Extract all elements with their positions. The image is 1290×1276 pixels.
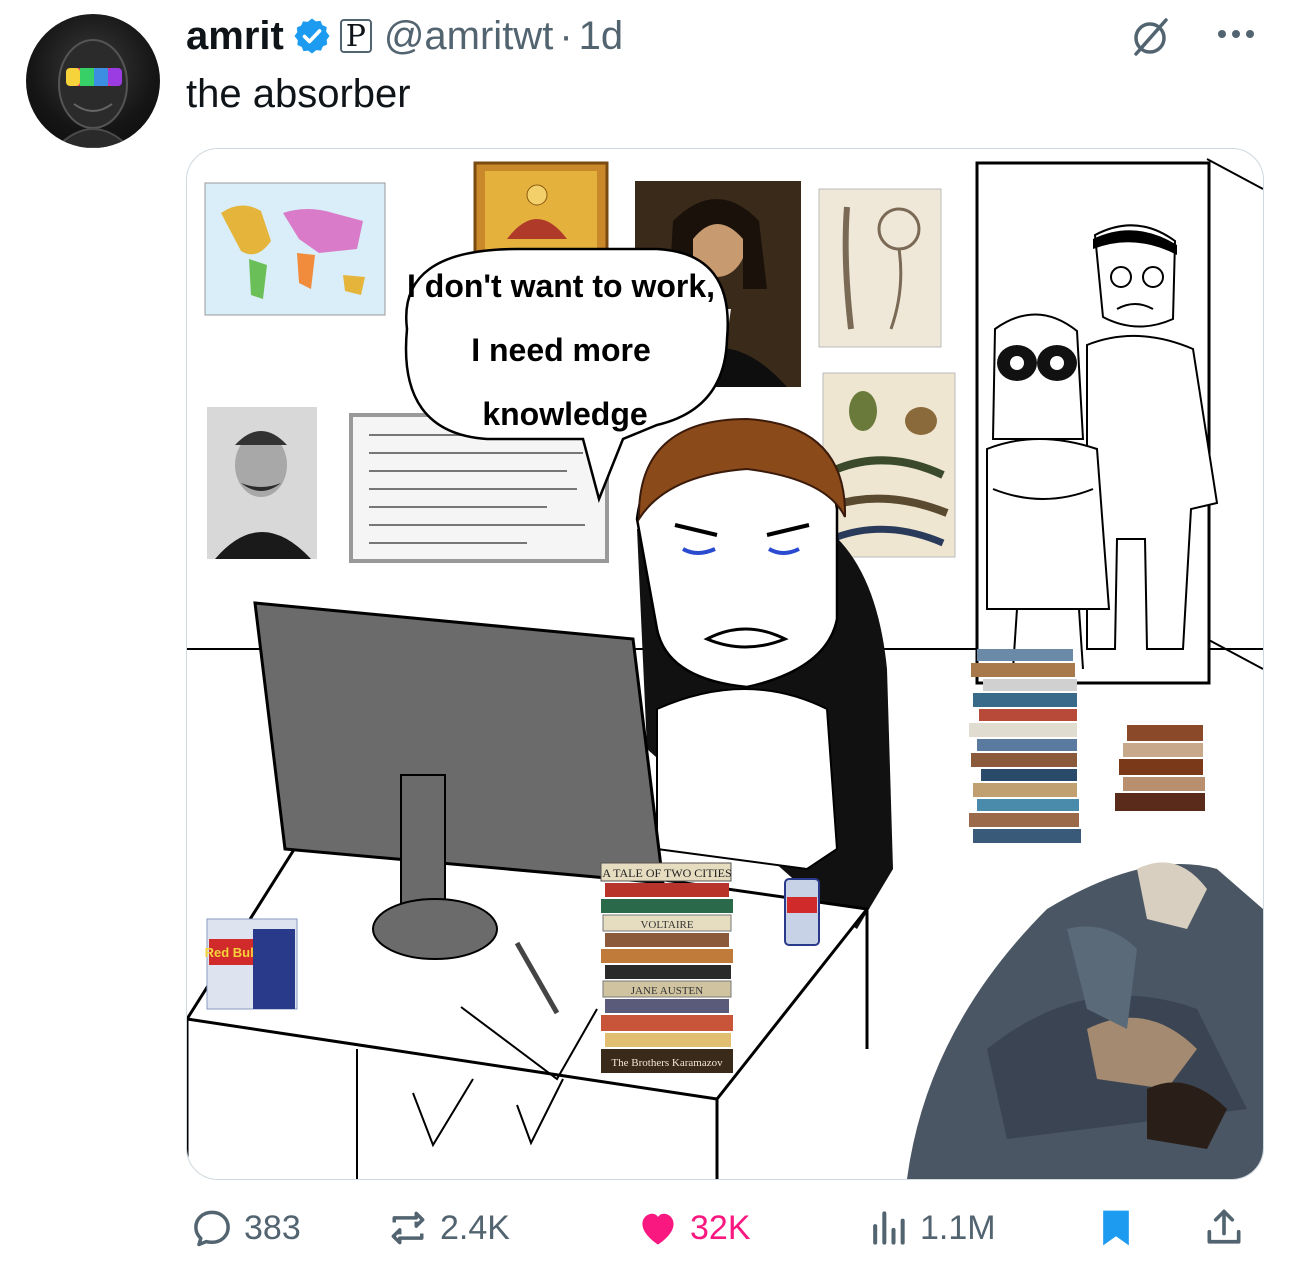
avatar[interactable] <box>26 14 160 148</box>
meme-image: I don't want to work, I need more knowle… <box>187 158 1263 1179</box>
grok-icon[interactable] <box>1128 14 1172 58</box>
clothes-pile <box>907 862 1263 1179</box>
spine-1: A TALE OF TWO CITIES <box>602 866 731 880</box>
spine-2: VOLTAIRE <box>640 919 693 931</box>
repost-count: 2.4K <box>440 1208 510 1247</box>
wojak-character <box>635 417 847 871</box>
reply-count: 383 <box>244 1208 301 1247</box>
speech-line-2: I need more <box>471 332 651 368</box>
speech-line-3: knowledge <box>482 396 647 432</box>
world-map-poster <box>204 182 386 316</box>
repost-icon <box>391 1211 425 1245</box>
share-button[interactable] <box>1202 1200 1256 1256</box>
icon-painting <box>473 161 609 261</box>
like-count: 32K <box>690 1208 751 1247</box>
speech-line-1: I don't want to work, <box>407 268 715 304</box>
avatar-image <box>54 39 132 148</box>
tweet: amrit P @amritwt · 1d the absorber I don… <box>0 0 1290 1276</box>
like-icon <box>642 1213 674 1245</box>
desk-book-stack: A TALE OF TWO CITIES VOLTAIRE JANE AUSTE… <box>600 862 733 1073</box>
author-handle[interactable]: @amritwt <box>384 14 554 59</box>
pack-label: Red Bull <box>205 945 258 960</box>
affiliation-badge[interactable]: P <box>339 19 372 53</box>
tweet-actions: 383 2.4K 32K 1.1M <box>186 1200 1262 1256</box>
tweet-text: the absorber <box>186 72 411 116</box>
views-icon <box>873 1211 905 1245</box>
redbull-pack: Red Bull <box>205 918 298 1010</box>
timestamp[interactable]: 1d <box>579 14 624 59</box>
spine-4: The Brothers Karamazov <box>611 1057 723 1069</box>
views-button[interactable]: 1.1M <box>866 1200 996 1256</box>
like-button[interactable]: 32K <box>636 1200 751 1256</box>
bookmark-button[interactable] <box>1094 1200 1148 1256</box>
tweet-header: amrit P @amritwt · 1d <box>186 12 623 60</box>
share-icon <box>1207 1209 1241 1244</box>
verified-icon <box>294 18 330 54</box>
doorway <box>975 161 1219 685</box>
separator: · <box>559 13 573 58</box>
reply-icon <box>194 1210 230 1247</box>
view-count: 1.1M <box>920 1208 996 1247</box>
anatomy-chart <box>818 188 942 348</box>
reptile-chart <box>822 372 956 558</box>
spine-3: JANE AUSTEN <box>631 985 703 997</box>
tweet-media[interactable]: I don't want to work, I need more knowle… <box>186 148 1264 1180</box>
bookmark-icon <box>1103 1210 1129 1246</box>
reply-button[interactable]: 383 <box>190 1200 301 1256</box>
more-icon[interactable] <box>1212 20 1260 48</box>
nietzsche-portrait <box>207 407 317 559</box>
redbull-can <box>784 878 820 946</box>
repost-button[interactable]: 2.4K <box>386 1200 510 1256</box>
author-name[interactable]: amrit <box>186 14 284 59</box>
book-stack-old <box>1115 725 1205 811</box>
